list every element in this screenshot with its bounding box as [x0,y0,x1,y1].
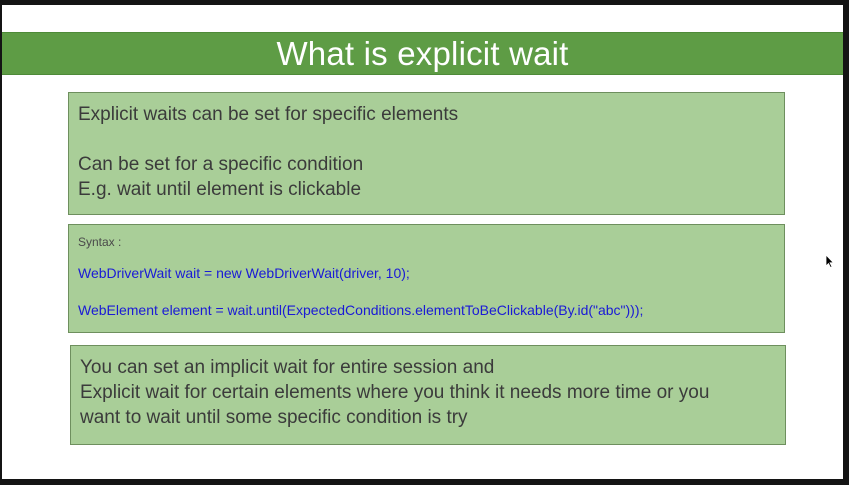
comparison-line-2: Explicit wait for certain elements where… [80,382,710,403]
code-line-2: WebElement element = wait.until(Expected… [78,302,644,318]
summary-line-1: Explicit waits can be set for specific e… [78,104,459,125]
mouse-pointer-icon [825,254,835,268]
implicit-vs-explicit-box: You can set an implicit wait for entire … [70,345,786,445]
syntax-box: Syntax : WebDriverWait wait = new WebDri… [68,224,785,333]
presentation-slide: What is explicit wait Explicit waits can… [2,5,843,479]
explicit-wait-summary-box: Explicit waits can be set for specific e… [68,92,785,215]
syntax-label: Syntax : [78,235,122,249]
comparison-line-3: want to wait until some specific conditi… [80,407,468,428]
summary-line-2: Can be set for a specific condition [78,154,364,175]
title-bar: What is explicit wait [2,32,843,75]
comparison-line-1: You can set an implicit wait for entire … [80,357,495,378]
summary-line-3: E.g. wait until element is clickable [78,179,362,200]
code-line-1: WebDriverWait wait = new WebDriverWait(d… [78,265,410,281]
slide-title: What is explicit wait [276,35,569,72]
